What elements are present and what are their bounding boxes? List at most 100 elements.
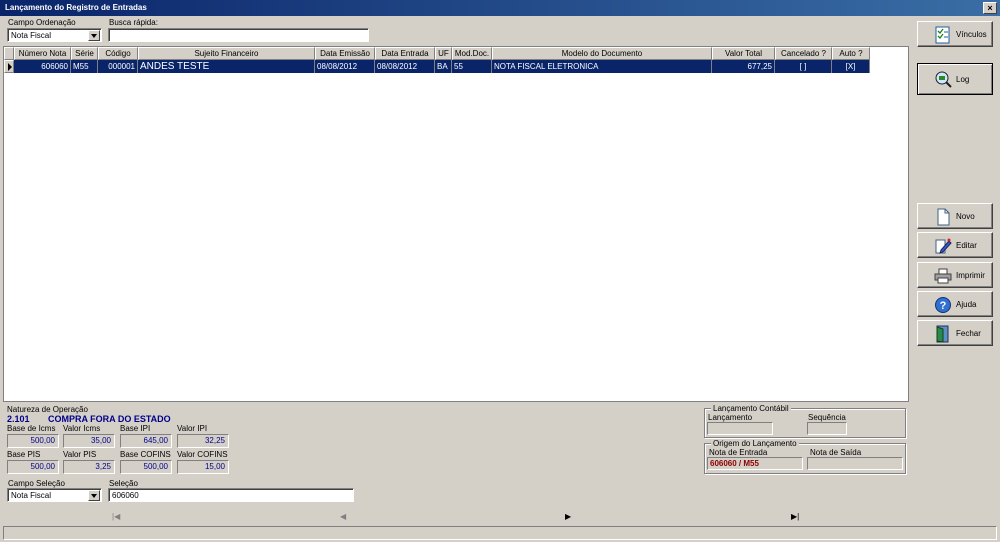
col-sujeito-financeiro[interactable]: Sujeito Financeiro <box>138 47 315 60</box>
natureza-code: 2.101 <box>7 414 30 424</box>
selecao-input[interactable]: 606060 <box>108 488 354 502</box>
chevron-down-icon[interactable] <box>88 30 100 41</box>
col-serie[interactable]: Série <box>71 47 98 60</box>
cell-auto[interactable]: [X] <box>832 60 870 73</box>
campo-ordenacao-dropdown[interactable]: Nota Fiscal <box>7 28 102 42</box>
exit-door-icon <box>936 325 949 343</box>
col-mod-doc[interactable]: Mod.Doc. <box>452 47 492 60</box>
nav-prev-button[interactable]: ◀ <box>340 512 346 521</box>
base-icms-label: Base de Icms <box>7 424 56 433</box>
base-pis-label: Base PIS <box>7 450 41 459</box>
fechar-button[interactable]: Fechar <box>917 320 993 346</box>
cell-data-emissao[interactable]: 08/08/2012 <box>315 60 375 73</box>
cell-uf[interactable]: BA <box>435 60 452 73</box>
col-valor-total[interactable]: Valor Total <box>712 47 775 60</box>
valor-cofins-label: Valor COFINS <box>177 450 228 459</box>
campo-ordenacao-label: Campo Ordenação <box>8 18 76 27</box>
busca-rapida-input[interactable] <box>108 28 369 42</box>
lancamento-contabil-title: Lançamento Contábil <box>711 404 791 413</box>
vinculos-label: Vínculos <box>956 30 987 39</box>
nav-last-button[interactable]: ▶| <box>791 512 799 521</box>
col-numero-nota[interactable]: Número Nota <box>14 47 71 60</box>
cell-modelo-documento[interactable]: NOTA FISCAL ELETRONICA <box>492 60 712 73</box>
printer-icon <box>934 268 952 284</box>
valor-pis-value: 3,25 <box>63 460 115 474</box>
nav-first-button[interactable]: |◀ <box>112 512 120 521</box>
cell-serie[interactable]: M55 <box>71 60 98 73</box>
nota-entrada-label: Nota de Entrada <box>709 448 768 457</box>
window-title: Lançamento do Registro de Entradas <box>5 3 147 12</box>
selecao-value: 606060 <box>112 491 139 500</box>
close-button[interactable]: × <box>983 2 997 14</box>
log-button[interactable]: Log <box>917 63 993 95</box>
cell-data-entrada[interactable]: 08/08/2012 <box>375 60 435 73</box>
cell-codigo[interactable]: 000001 <box>98 60 138 73</box>
vinculos-button[interactable]: Vínculos <box>917 21 993 47</box>
base-icms-value: 500,00 <box>7 434 59 448</box>
ajuda-button[interactable]: ? Ajuda <box>917 291 993 317</box>
imprimir-label: Imprimir <box>956 271 985 280</box>
checklist-icon <box>935 26 950 44</box>
valor-ipi-value: 32,25 <box>177 434 229 448</box>
entries-grid[interactable]: Número Nota Série Código Sujeito Finance… <box>3 46 909 402</box>
grid-header-corner <box>4 47 14 60</box>
base-ipi-value: 645,00 <box>120 434 172 448</box>
magnifier-icon <box>935 71 952 88</box>
valor-cofins-value: 15,00 <box>177 460 229 474</box>
row-indicator-icon <box>4 60 14 73</box>
window-title-bar: Lançamento do Registro de Entradas × <box>0 0 1000 16</box>
svg-text:?: ? <box>940 300 947 312</box>
campo-selecao-dropdown[interactable]: Nota Fiscal <box>7 488 102 502</box>
chevron-down-icon[interactable] <box>88 490 100 501</box>
busca-rapida-label: Busca rápida: <box>109 18 158 27</box>
lancamento-label: Lançamento <box>708 413 753 422</box>
campo-selecao-value: Nota Fiscal <box>11 491 52 500</box>
campo-selecao-label: Campo Seleção <box>8 479 65 488</box>
cell-numero-nota[interactable]: 606060 <box>14 60 71 73</box>
valor-icms-value: 35,00 <box>63 434 115 448</box>
imprimir-button[interactable]: Imprimir <box>917 262 993 288</box>
lancamento-value <box>707 422 773 435</box>
col-codigo[interactable]: Código <box>98 47 138 60</box>
nota-saida-value <box>807 457 903 470</box>
col-uf[interactable]: UF <box>435 47 452 60</box>
help-icon: ? <box>935 297 951 313</box>
valor-ipi-label: Valor IPI <box>177 424 208 433</box>
cell-cancelado[interactable]: [ ] <box>775 60 832 73</box>
ajuda-label: Ajuda <box>956 300 977 309</box>
cell-sujeito-financeiro[interactable]: ANDES TESTE <box>138 60 315 73</box>
fechar-label: Fechar <box>956 329 981 338</box>
natureza-label: Natureza de Operação <box>7 405 88 414</box>
base-pis-value: 500,00 <box>7 460 59 474</box>
sequencia-label: Sequência <box>808 413 846 422</box>
editar-button[interactable]: Editar <box>917 232 993 258</box>
sequencia-value <box>807 422 847 435</box>
base-cofins-value: 500,00 <box>120 460 172 474</box>
log-label: Log <box>956 75 970 84</box>
col-data-entrada[interactable]: Data Entrada <box>375 47 435 60</box>
col-cancelado[interactable]: Cancelado ? <box>775 47 832 60</box>
editar-label: Editar <box>956 241 977 250</box>
nav-next-button[interactable]: ▶ <box>565 512 571 521</box>
edit-pencil-icon <box>935 238 952 254</box>
origem-lancamento-group: Origem do Lançamento Nota de Entrada 606… <box>704 439 906 474</box>
lancamento-contabil-group: Lançamento Contábil Lançamento Sequência <box>704 404 906 438</box>
new-document-icon <box>937 208 950 226</box>
nota-saida-label: Nota de Saída <box>810 448 862 457</box>
natureza-description: COMPRA FORA DO ESTADO <box>48 414 171 424</box>
base-cofins-label: Base COFINS <box>120 450 171 459</box>
novo-button[interactable]: Novo <box>917 203 993 229</box>
col-data-emissao[interactable]: Data Emissão <box>315 47 375 60</box>
nota-entrada-value: 606060 / M55 <box>707 457 803 470</box>
novo-label: Novo <box>956 212 975 221</box>
base-ipi-label: Base IPI <box>120 424 151 433</box>
cell-mod-doc[interactable]: 55 <box>452 60 492 73</box>
status-bar <box>3 526 997 540</box>
origem-lancamento-title: Origem do Lançamento <box>711 439 799 448</box>
valor-pis-label: Valor PIS <box>63 450 97 459</box>
valor-icms-label: Valor Icms <box>63 424 101 433</box>
selecao-label: Seleção <box>109 479 138 488</box>
col-auto[interactable]: Auto ? <box>832 47 870 60</box>
cell-valor-total[interactable]: 677,25 <box>712 60 775 73</box>
col-modelo-documento[interactable]: Modelo do Documento <box>492 47 712 60</box>
